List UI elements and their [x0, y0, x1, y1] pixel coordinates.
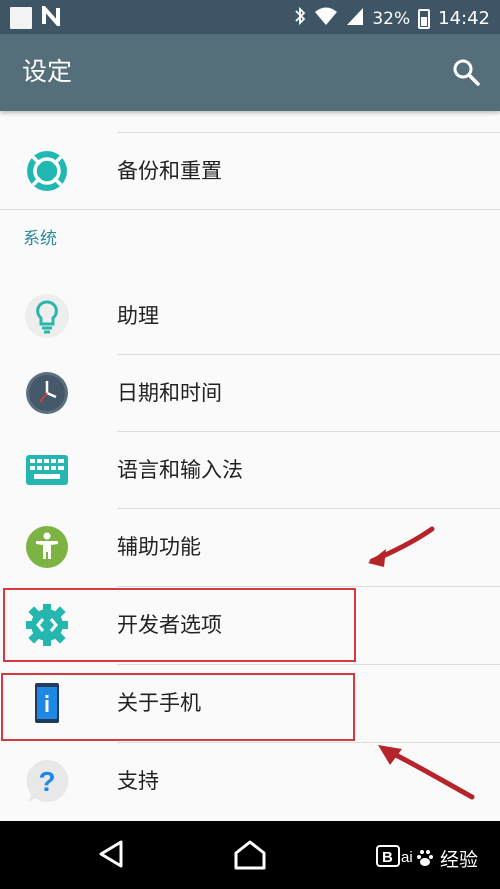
annotation-arrow	[368, 526, 435, 567]
status-bar: 32% 14:42	[0, 0, 500, 34]
list-item-assistant[interactable]: 助理	[0, 278, 500, 354]
list-item-date-time[interactable]: 日期和时间	[0, 355, 500, 431]
highlight-box-about	[1, 673, 355, 741]
section-header-system: 系统	[23, 229, 57, 249]
search-icon[interactable]	[450, 56, 482, 88]
annotation-arrow	[378, 745, 475, 800]
item-label: 辅助功能	[117, 535, 201, 559]
question-bubble-icon: ?	[24, 758, 70, 804]
status-bar-right: 32% 14:42	[294, 6, 490, 32]
battery-percent: 32%	[372, 9, 411, 29]
item-label: 支持	[117, 769, 159, 793]
watermark-text: 经验	[439, 849, 478, 871]
status-time: 14:42	[438, 8, 490, 29]
app-bar: 设定	[0, 34, 500, 111]
battery-icon	[418, 9, 431, 29]
lightbulb-icon	[24, 293, 70, 339]
home-icon[interactable]	[233, 839, 267, 875]
wifi-icon	[314, 6, 338, 32]
clock-icon	[24, 370, 70, 416]
item-label: 语言和输入法	[117, 458, 243, 482]
item-label: 备份和重置	[117, 159, 222, 183]
bluetooth-icon	[294, 6, 306, 32]
list-item-language-input[interactable]: 语言和输入法	[0, 432, 500, 508]
signal-icon	[346, 6, 364, 32]
list-item-backup-reset[interactable]: 备份和重置	[0, 133, 500, 209]
page-title: 设定	[22, 57, 73, 86]
highlight-box-developer	[3, 588, 356, 662]
settings-list: 备份和重置 系统 助理 日期和时间 语言和输入法 辅助功能 开发者选项 关于手机…	[0, 111, 500, 821]
backup-reset-icon	[24, 148, 70, 194]
accessibility-icon	[24, 524, 70, 570]
keyboard-icon	[24, 447, 70, 493]
divider	[0, 209, 500, 210]
svg-text:B: B	[382, 849, 393, 866]
baidu-paw-icon: B ai	[375, 843, 436, 874]
watermark: B ai 经验	[375, 843, 478, 874]
svg-text:ai: ai	[401, 849, 413, 866]
notification-icon	[10, 7, 32, 29]
navigation-bar: B ai 经验	[0, 821, 500, 889]
back-icon[interactable]	[97, 839, 125, 873]
status-bar-left	[10, 2, 64, 30]
item-label: 日期和时间	[117, 381, 222, 405]
n-icon	[42, 2, 64, 30]
item-label: 助理	[117, 304, 159, 328]
svg-text:?: ?	[38, 766, 55, 797]
